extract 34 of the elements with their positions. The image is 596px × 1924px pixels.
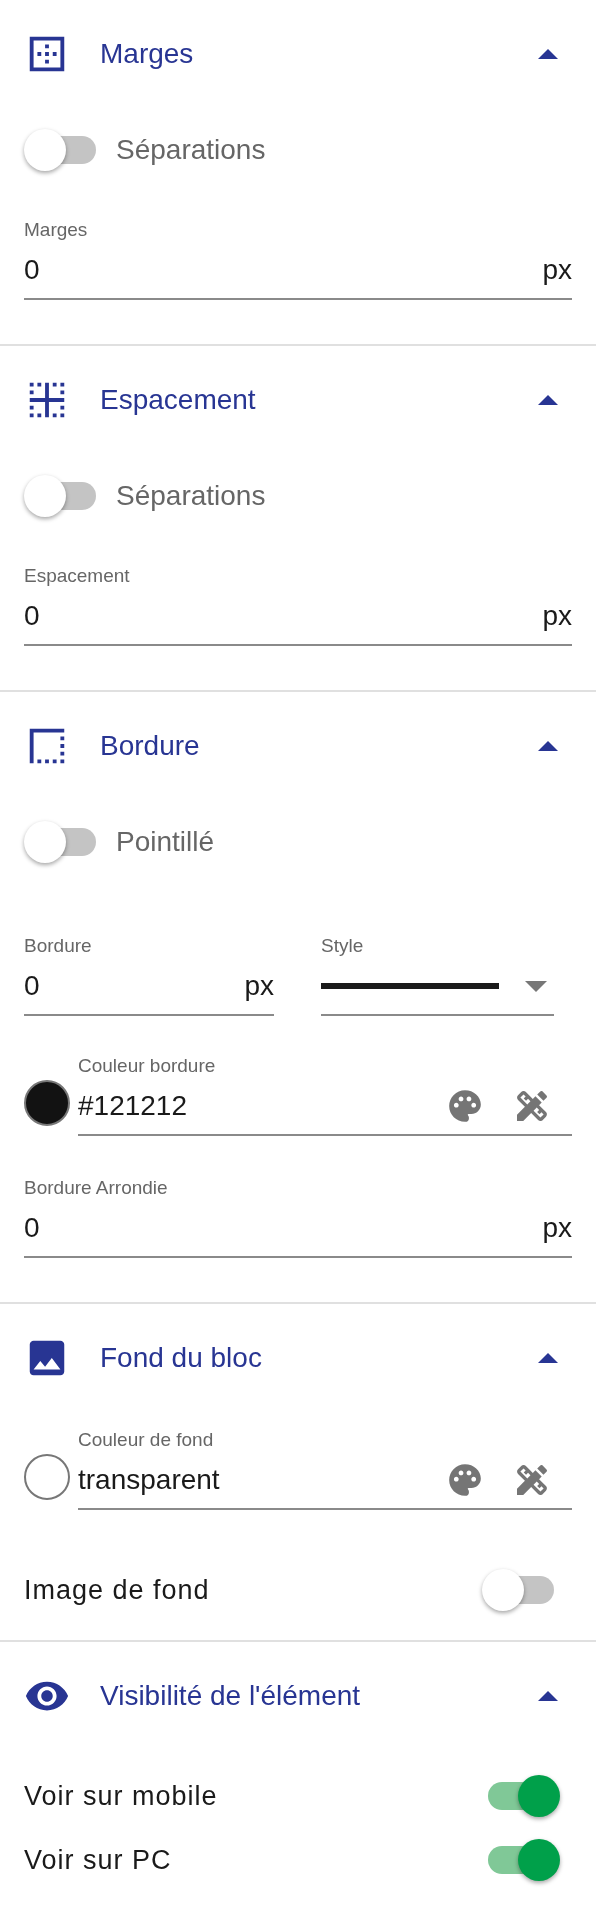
color-swatch[interactable] xyxy=(24,1080,70,1126)
section-title[interactable]: Visibilité de l'élément xyxy=(100,1675,538,1717)
switch-label: Voir sur PC xyxy=(24,1843,172,1877)
color-swatch[interactable] xyxy=(24,1454,70,1500)
section-title[interactable]: Fond du bloc xyxy=(100,1337,538,1379)
switch-label: Séparations xyxy=(116,479,266,513)
number-field[interactable]: 0 px xyxy=(24,958,274,1016)
collapse-caret-icon[interactable] xyxy=(538,741,558,751)
field-label: Marges xyxy=(24,218,89,242)
number-field[interactable]: 0 px xyxy=(24,242,572,300)
section-title[interactable]: Espacement xyxy=(100,379,538,421)
collapse-caret-icon[interactable] xyxy=(538,1353,558,1363)
field-label: Couleur bordure xyxy=(78,1054,217,1078)
field-label: Bordure Arrondie xyxy=(24,1176,169,1200)
switch-label: Pointillé xyxy=(116,825,215,859)
collapse-caret-icon[interactable] xyxy=(538,1691,558,1701)
color-field[interactable]: transparent xyxy=(78,1452,572,1510)
field-label: Espacement xyxy=(24,564,131,588)
dropdown-caret-icon xyxy=(525,980,547,992)
section-title[interactable]: Marges xyxy=(100,33,538,75)
color-field[interactable]: #121212 xyxy=(78,1078,572,1136)
section-title[interactable]: Bordure xyxy=(100,725,538,767)
collapse-caret-icon[interactable] xyxy=(538,49,558,59)
palette-icon[interactable] xyxy=(446,1461,484,1499)
field-label: Style xyxy=(321,934,365,958)
number-field[interactable]: 0 px xyxy=(24,588,572,646)
switch-label: Voir sur mobile xyxy=(24,1779,218,1813)
switch-label: Séparations xyxy=(116,133,266,167)
field-label: Couleur de fond xyxy=(78,1428,215,1452)
palette-icon[interactable] xyxy=(446,1087,484,1125)
number-field[interactable]: 0 px xyxy=(24,1200,572,1258)
field-label: Bordure xyxy=(24,934,93,958)
collapse-caret-icon[interactable] xyxy=(538,395,558,405)
switch-label: Image de fond xyxy=(24,1573,210,1607)
